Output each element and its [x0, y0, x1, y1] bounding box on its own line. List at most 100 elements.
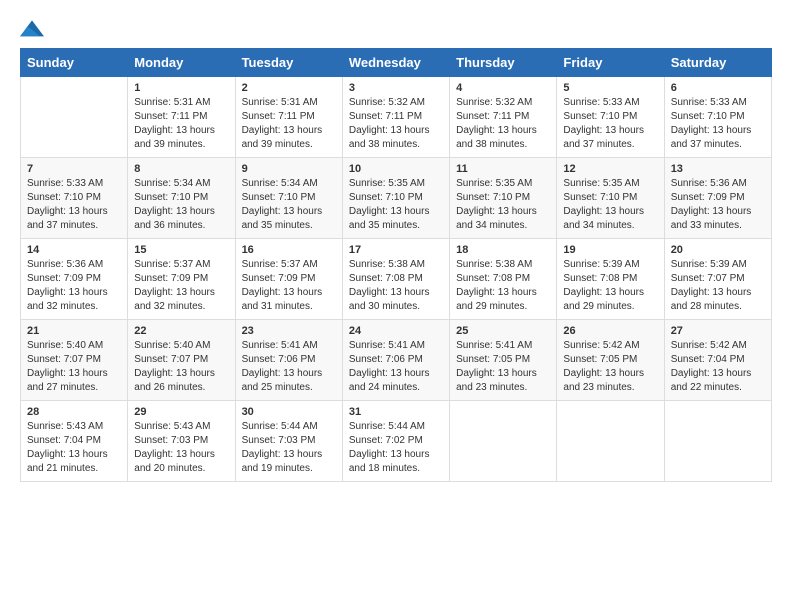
calendar-cell: 26 Sunrise: 5:42 AM Sunset: 7:05 PM Dayli… [557, 320, 664, 401]
day-info: Sunrise: 5:41 AM Sunset: 7:05 PM Dayligh… [456, 339, 550, 395]
day-info: Sunrise: 5:42 AM Sunset: 7:05 PM Dayligh… [563, 339, 657, 395]
calendar-cell [664, 401, 771, 482]
calendar-cell: 27 Sunrise: 5:42 AM Sunset: 7:04 PM Dayli… [664, 320, 771, 401]
day-info: Sunrise: 5:36 AM Sunset: 7:09 PM Dayligh… [27, 258, 121, 314]
day-info: Sunrise: 5:36 AM Sunset: 7:09 PM Dayligh… [671, 177, 765, 233]
calendar-cell: 23 Sunrise: 5:41 AM Sunset: 7:06 PM Dayli… [235, 320, 342, 401]
calendar-cell: 3 Sunrise: 5:32 AM Sunset: 7:11 PM Daylig… [342, 77, 449, 158]
calendar-cell: 11 Sunrise: 5:35 AM Sunset: 7:10 PM Dayli… [450, 158, 557, 239]
day-info: Sunrise: 5:39 AM Sunset: 7:08 PM Dayligh… [563, 258, 657, 314]
day-number: 22 [134, 325, 228, 337]
day-number: 26 [563, 325, 657, 337]
calendar-cell: 24Sunrise: 5:41 AM Sunset: 7:06 PM Dayli… [342, 320, 449, 401]
day-info: Sunrise: 5:33 AM Sunset: 7:10 PM Dayligh… [27, 177, 121, 233]
day-info: Sunrise: 5:37 AM Sunset: 7:09 PM Dayligh… [242, 258, 336, 314]
calendar-cell: 28 Sunrise: 5:43 AM Sunset: 7:04 PM Dayli… [21, 401, 128, 482]
header-tuesday: Tuesday [235, 49, 342, 77]
day-number: 27 [671, 325, 765, 337]
day-number: 9 [242, 163, 336, 175]
day-number: 15 [134, 244, 228, 256]
calendar-cell: 12 Sunrise: 5:35 AM Sunset: 7:10 PM Dayli… [557, 158, 664, 239]
calendar-cell [557, 401, 664, 482]
day-number: 11 [456, 163, 550, 175]
calendar-cell: 6 Sunrise: 5:33 AM Sunset: 7:10 PM Daylig… [664, 77, 771, 158]
day-number: 18 [456, 244, 550, 256]
day-info: Sunrise: 5:34 AM Sunset: 7:10 PM Dayligh… [134, 177, 228, 233]
day-number: 20 [671, 244, 765, 256]
day-info: Sunrise: 5:42 AM Sunset: 7:04 PM Dayligh… [671, 339, 765, 395]
calendar-cell: 19 Sunrise: 5:39 AM Sunset: 7:08 PM Dayli… [557, 239, 664, 320]
calendar-header-row: SundayMondayTuesdayWednesdayThursdayFrid… [21, 49, 772, 77]
header-wednesday: Wednesday [342, 49, 449, 77]
calendar-cell: 16 Sunrise: 5:37 AM Sunset: 7:09 PM Dayli… [235, 239, 342, 320]
day-number: 16 [242, 244, 336, 256]
week-row-2: 14 Sunrise: 5:36 AM Sunset: 7:09 PM Dayli… [21, 239, 772, 320]
day-number: 13 [671, 163, 765, 175]
calendar-cell: 2Sunrise: 5:31 AM Sunset: 7:11 PM Daylig… [235, 77, 342, 158]
day-info: Sunrise: 5:31 AM Sunset: 7:11 PM Dayligh… [134, 96, 228, 152]
calendar-cell: 5 Sunrise: 5:33 AM Sunset: 7:10 PM Daylig… [557, 77, 664, 158]
day-number: 6 [671, 82, 765, 94]
day-number: 19 [563, 244, 657, 256]
day-number: 5 [563, 82, 657, 94]
calendar-cell: 14 Sunrise: 5:36 AM Sunset: 7:09 PM Dayli… [21, 239, 128, 320]
day-info: Sunrise: 5:32 AM Sunset: 7:11 PM Dayligh… [349, 96, 443, 152]
calendar-cell [21, 77, 128, 158]
day-number: 12 [563, 163, 657, 175]
day-info: Sunrise: 5:43 AM Sunset: 7:04 PM Dayligh… [27, 420, 121, 476]
calendar-cell: 21 Sunrise: 5:40 AM Sunset: 7:07 PM Dayli… [21, 320, 128, 401]
week-row-3: 21 Sunrise: 5:40 AM Sunset: 7:07 PM Dayli… [21, 320, 772, 401]
calendar-cell: 25 Sunrise: 5:41 AM Sunset: 7:05 PM Dayli… [450, 320, 557, 401]
day-info: Sunrise: 5:34 AM Sunset: 7:10 PM Dayligh… [242, 177, 336, 233]
day-number: 23 [242, 325, 336, 337]
calendar-cell: 29 Sunrise: 5:43 AM Sunset: 7:03 PM Dayli… [128, 401, 235, 482]
day-info: Sunrise: 5:43 AM Sunset: 7:03 PM Dayligh… [134, 420, 228, 476]
day-info: Sunrise: 5:41 AM Sunset: 7:06 PM Dayligh… [349, 339, 443, 395]
page-header [20, 20, 772, 40]
day-info: Sunrise: 5:35 AM Sunset: 7:10 PM Dayligh… [456, 177, 550, 233]
day-info: Sunrise: 5:33 AM Sunset: 7:10 PM Dayligh… [671, 96, 765, 152]
day-number: 21 [27, 325, 121, 337]
day-number: 31 [349, 406, 443, 418]
day-number: 25 [456, 325, 550, 337]
calendar-cell: 18 Sunrise: 5:38 AM Sunset: 7:08 PM Dayli… [450, 239, 557, 320]
header-saturday: Saturday [664, 49, 771, 77]
day-number: 29 [134, 406, 228, 418]
calendar-cell: 4 Sunrise: 5:32 AM Sunset: 7:11 PM Daylig… [450, 77, 557, 158]
calendar-cell: 1Sunrise: 5:31 AM Sunset: 7:11 PM Daylig… [128, 77, 235, 158]
day-number: 28 [27, 406, 121, 418]
day-info: Sunrise: 5:32 AM Sunset: 7:11 PM Dayligh… [456, 96, 550, 152]
day-number: 7 [27, 163, 121, 175]
week-row-4: 28 Sunrise: 5:43 AM Sunset: 7:04 PM Dayli… [21, 401, 772, 482]
day-number: 3 [349, 82, 443, 94]
day-number: 14 [27, 244, 121, 256]
day-info: Sunrise: 5:33 AM Sunset: 7:10 PM Dayligh… [563, 96, 657, 152]
day-info: Sunrise: 5:35 AM Sunset: 7:10 PM Dayligh… [349, 177, 443, 233]
header-sunday: Sunday [21, 49, 128, 77]
calendar-cell [450, 401, 557, 482]
day-info: Sunrise: 5:38 AM Sunset: 7:08 PM Dayligh… [456, 258, 550, 314]
day-number: 4 [456, 82, 550, 94]
day-info: Sunrise: 5:44 AM Sunset: 7:03 PM Dayligh… [242, 420, 336, 476]
logo-icon [20, 20, 44, 40]
calendar-cell: 20Sunrise: 5:39 AM Sunset: 7:07 PM Dayli… [664, 239, 771, 320]
day-number: 8 [134, 163, 228, 175]
header-thursday: Thursday [450, 49, 557, 77]
calendar-cell: 17 Sunrise: 5:38 AM Sunset: 7:08 PM Dayli… [342, 239, 449, 320]
calendar-cell: 15 Sunrise: 5:37 AM Sunset: 7:09 PM Dayli… [128, 239, 235, 320]
day-number: 17 [349, 244, 443, 256]
day-info: Sunrise: 5:44 AM Sunset: 7:02 PM Dayligh… [349, 420, 443, 476]
day-info: Sunrise: 5:31 AM Sunset: 7:11 PM Dayligh… [242, 96, 336, 152]
day-info: Sunrise: 5:41 AM Sunset: 7:06 PM Dayligh… [242, 339, 336, 395]
calendar-cell: 30Sunrise: 5:44 AM Sunset: 7:03 PM Dayli… [235, 401, 342, 482]
day-info: Sunrise: 5:37 AM Sunset: 7:09 PM Dayligh… [134, 258, 228, 314]
day-number: 10 [349, 163, 443, 175]
day-info: Sunrise: 5:38 AM Sunset: 7:08 PM Dayligh… [349, 258, 443, 314]
day-info: Sunrise: 5:35 AM Sunset: 7:10 PM Dayligh… [563, 177, 657, 233]
header-monday: Monday [128, 49, 235, 77]
logo [20, 20, 48, 40]
day-info: Sunrise: 5:40 AM Sunset: 7:07 PM Dayligh… [27, 339, 121, 395]
day-info: Sunrise: 5:40 AM Sunset: 7:07 PM Dayligh… [134, 339, 228, 395]
calendar-table: SundayMondayTuesdayWednesdayThursdayFrid… [20, 48, 772, 482]
calendar-cell: 22 Sunrise: 5:40 AM Sunset: 7:07 PM Dayli… [128, 320, 235, 401]
